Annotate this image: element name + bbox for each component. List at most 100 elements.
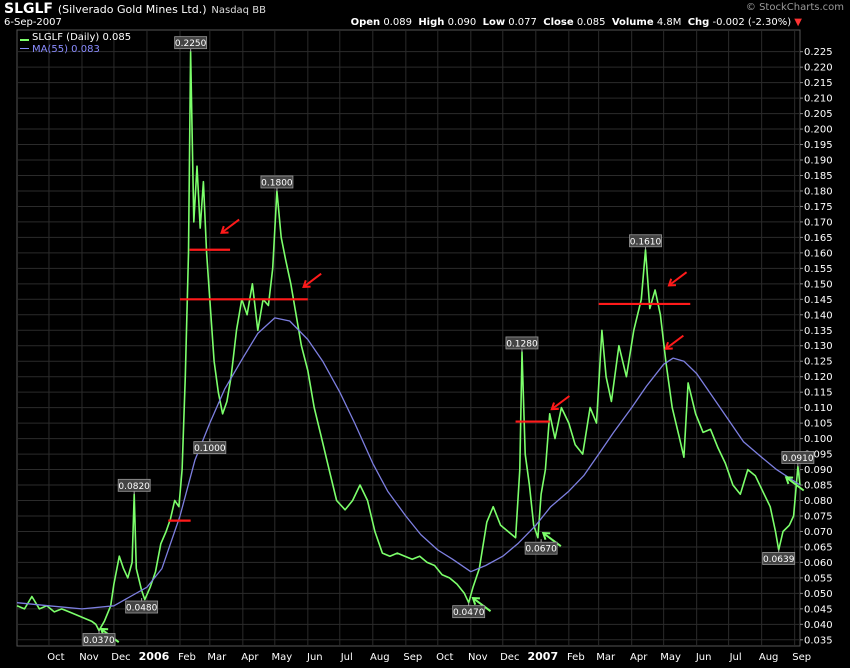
- y-tick-label: 0.150: [804, 279, 833, 290]
- annotation-label: 0.2250: [175, 39, 207, 49]
- y-tick-label: 0.155: [804, 264, 833, 275]
- y-tick-label: 0.125: [804, 357, 833, 368]
- chart-root: 0.035 0.040 0.045 0.050 0.055 0.060 0.065 0.070…: [0, 0, 850, 668]
- x-tick-label: Feb: [567, 652, 585, 663]
- price-swatch-icon: [20, 31, 29, 41]
- annotation-label: 0.1800: [261, 178, 293, 188]
- y-tick-label: 0.055: [804, 573, 833, 584]
- x-tick-label: May: [660, 652, 681, 663]
- y-tick-label: 0.035: [804, 635, 833, 646]
- ma-swatch-icon: [20, 48, 29, 49]
- volume-value: 4.8M: [656, 17, 682, 28]
- x-tick-label: Nov: [468, 652, 488, 663]
- y-tick-label: 0.175: [804, 202, 833, 213]
- x-tick-label: 2006: [139, 650, 170, 663]
- annotation-label: 0.0670: [525, 545, 557, 555]
- y-tick-label: 0.090: [804, 465, 833, 476]
- y-tick-label: 0.200: [804, 125, 833, 136]
- down-triangle-icon: ▼: [794, 17, 802, 28]
- x-tick-label: Aug: [759, 652, 779, 663]
- y-tick-label: 0.225: [804, 47, 833, 58]
- y-tick-label: 0.100: [804, 434, 833, 445]
- y-tick-label: 0.060: [804, 558, 833, 569]
- ticker-symbol: SLGLF: [4, 1, 53, 17]
- y-tick-label: 0.050: [804, 589, 833, 600]
- low-value: 0.077: [508, 17, 537, 28]
- quote-date: 6-Sep-2007: [4, 17, 62, 28]
- y-tick-label: 0.145: [804, 295, 833, 306]
- x-tick-label: Sep: [792, 652, 811, 663]
- annotation-label: 0.0820: [118, 482, 150, 492]
- stockcharts-brand[interactable]: © StockCharts.com: [746, 2, 844, 13]
- x-tick-label: Nov: [79, 652, 99, 663]
- close-label: Close: [543, 17, 574, 28]
- x-tick-label: Aug: [370, 652, 390, 663]
- x-tick-label: Mar: [596, 652, 616, 663]
- x-tick-label: Dec: [500, 652, 519, 663]
- x-tick-label: Dec: [111, 652, 130, 663]
- legend-ma-label: MA(55) 0.083: [32, 44, 100, 55]
- annotation-label: 0.0470: [453, 608, 485, 618]
- chg-value: -0.002 (-2.30%): [712, 17, 792, 28]
- y-tick-label: 0.140: [804, 310, 833, 321]
- header-symbol-row: SLGLF (Silverado Gold Mines Ltd.) Nasdaq…: [4, 1, 266, 17]
- plot-area: [16, 29, 801, 647]
- x-tick-label: Jul: [340, 652, 353, 663]
- y-tick-label: 0.220: [804, 63, 833, 74]
- x-tick-label: Jul: [729, 652, 742, 663]
- y-tick-label: 0.130: [804, 341, 833, 352]
- legend-price: SLGLF (Daily) 0.085: [20, 31, 131, 43]
- open-label: Open: [350, 17, 381, 28]
- y-tick-label: 0.040: [804, 620, 833, 631]
- y-tick-label: 0.110: [804, 403, 833, 414]
- x-tick-label: Oct: [47, 652, 64, 663]
- y-tick-label: 0.160: [804, 248, 833, 259]
- y-tick-label: 0.210: [804, 94, 833, 105]
- annotation-label: 0.0910: [782, 454, 814, 464]
- close-value: 0.085: [576, 17, 606, 28]
- volume-label: Volume: [611, 17, 654, 28]
- legend-price-label: SLGLF (Daily) 0.085: [32, 32, 132, 43]
- y-tick-label: 0.080: [804, 496, 833, 507]
- y-tick-label: 0.045: [804, 604, 833, 615]
- price-chart: 0.035 0.040 0.045 0.050 0.055 0.060 0.065 0.070…: [16, 29, 833, 663]
- x-tick-label: Jun: [695, 652, 712, 663]
- y-tick-label: 0.170: [804, 217, 833, 228]
- open-value: 0.089: [383, 17, 412, 28]
- y-tick-label: 0.105: [804, 419, 833, 430]
- x-tick-label: Apr: [630, 652, 648, 663]
- company-name: (Silverado Gold Mines Ltd.): [57, 3, 207, 16]
- y-tick-label: 0.205: [804, 109, 833, 120]
- high-label: High: [418, 17, 445, 28]
- low-label: Low: [482, 17, 506, 28]
- chart-legend: SLGLF (Daily) 0.085 MA(55) 0.083: [20, 31, 131, 55]
- x-tick-label: May: [271, 652, 292, 663]
- high-value: 0.090: [447, 17, 477, 28]
- y-tick-label: 0.195: [804, 140, 833, 151]
- annotation-label: 0.1610: [630, 237, 662, 247]
- annotation-label: 0.0370: [83, 636, 115, 646]
- y-tick-label: 0.165: [804, 233, 833, 244]
- y-tick-label: 0.085: [804, 481, 833, 492]
- legend-ma: MA(55) 0.083: [20, 44, 131, 55]
- annotation-label: 0.0639: [763, 555, 795, 565]
- y-tick-label: 0.185: [804, 171, 833, 182]
- x-tick-label: Feb: [178, 652, 196, 663]
- y-tick-label: 0.180: [804, 186, 833, 197]
- chg-label: Chg: [687, 17, 710, 28]
- x-tick-label: 2007: [527, 650, 558, 663]
- x-tick-label: Sep: [403, 652, 422, 663]
- annotation-label: 0.1280: [506, 339, 538, 349]
- annotation-label: 0.0480: [126, 604, 158, 614]
- y-tick-label: 0.065: [804, 542, 833, 553]
- y-tick-label: 0.115: [804, 388, 833, 399]
- exchange-label: Nasdaq BB: [211, 5, 266, 16]
- y-tick-label: 0.215: [804, 78, 833, 89]
- annotation-label: 0.1000: [194, 444, 226, 454]
- quote-summary: Open 0.089 High 0.090 Low 0.077 Close 0.…: [351, 17, 802, 28]
- y-tick-label: 0.135: [804, 326, 833, 337]
- x-tick-label: Jun: [306, 652, 323, 663]
- y-tick-label: 0.070: [804, 527, 833, 538]
- y-tick-label: 0.075: [804, 511, 833, 522]
- x-tick-label: Mar: [207, 652, 227, 663]
